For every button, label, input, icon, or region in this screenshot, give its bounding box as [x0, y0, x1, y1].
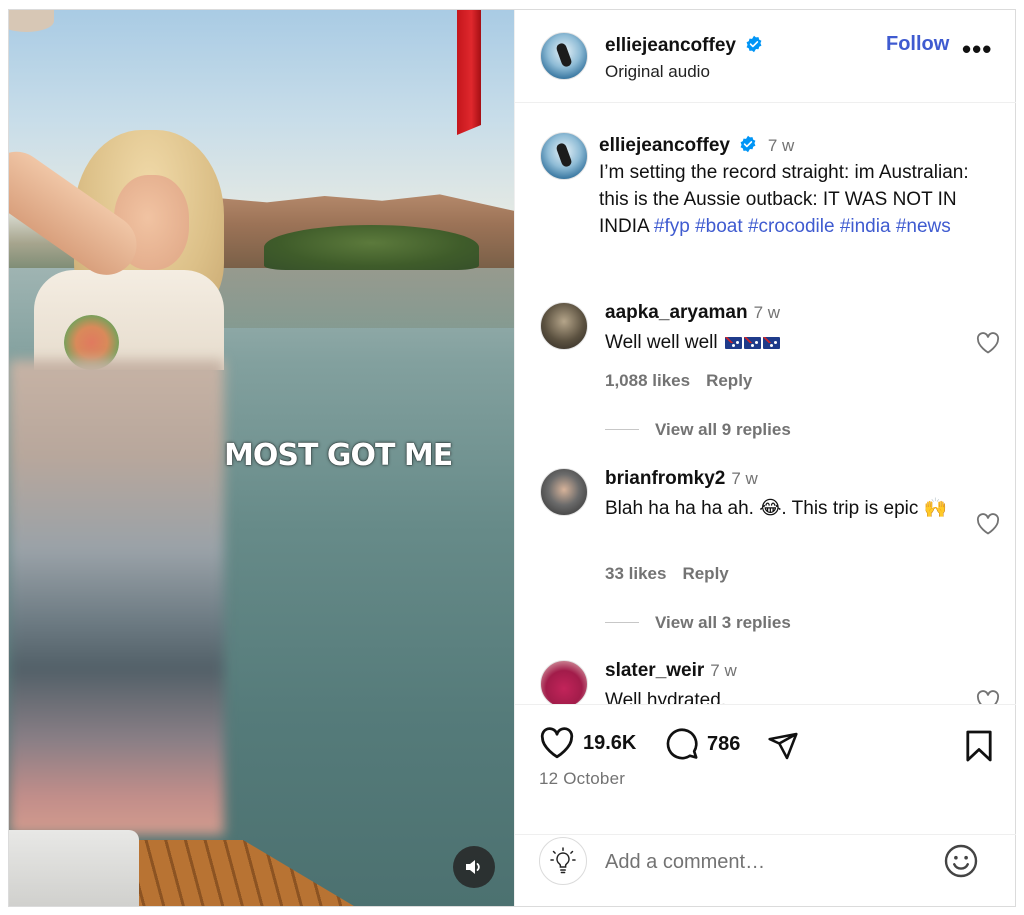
post-header: elliejeancoffey Original audio Follow ••… [515, 10, 1016, 103]
author-line: elliejeancoffey [605, 35, 763, 57]
comment-likes[interactable]: 1,088 likes [605, 371, 690, 390]
commenter-username[interactable]: brianfromky2 [605, 468, 725, 489]
audio-label[interactable]: Original audio [605, 62, 710, 82]
commenter-username[interactable]: aapka_aryaman [605, 302, 748, 323]
caption-author-avatar[interactable] [540, 132, 588, 180]
comment-item: slater_weir 7 w Well hydrated. [539, 660, 1009, 704]
comment-meta: 1,088 likes Reply [605, 371, 752, 391]
comment-text: Blah ha ha ha ah. 😂. This trip is epic 🙌 [605, 498, 948, 519]
post-modal: MOST GOT ME elliejeancoffey Original aud… [8, 9, 1016, 907]
comment-likes[interactable]: 33 likes [605, 564, 666, 583]
comment-action: 786 [665, 727, 740, 761]
video-boat [9, 830, 514, 906]
share-paper-plane-icon[interactable] [766, 730, 800, 762]
comment-text-line: Well well well [605, 329, 960, 356]
mute-button[interactable] [453, 846, 495, 888]
commenter-username[interactable]: slater_weir [605, 660, 704, 681]
view-replies-button[interactable]: View all 9 replies [605, 420, 791, 440]
comment-item: brianfromky2 7 w Blah ha ha ha ah. 😂. Thi… [539, 468, 1009, 638]
commenter-avatar[interactable] [540, 660, 588, 704]
like-action: 19.6K [539, 727, 636, 759]
reply-button[interactable]: Reply [682, 564, 728, 583]
commenter-avatar[interactable] [540, 302, 588, 350]
commenter-line: aapka_aryaman 7 w [605, 302, 780, 324]
add-comment-bar [515, 834, 1016, 906]
comment-item: aapka_aryaman 7 w Well well well 1,088 li… [539, 302, 1009, 442]
boat-rail [9, 830, 139, 906]
hashtag-link[interactable]: #news [896, 216, 951, 237]
emoji-smiley-icon[interactable] [943, 843, 979, 879]
comment-meta: 33 likes Reply [605, 564, 729, 584]
comment-time: 7 w [710, 661, 737, 680]
hashtag-link[interactable]: #fyp [654, 216, 690, 237]
hashtag-link[interactable]: #india [840, 216, 891, 237]
comment-like-heart-icon[interactable] [976, 332, 1000, 354]
caption-body: I’m setting the record straight: im Aust… [599, 159, 999, 240]
comment-time: 7 w [731, 469, 758, 488]
author-username[interactable]: elliejeancoffey [605, 35, 736, 56]
post-actions-bar: 19.6K 786 12 October [515, 704, 1016, 834]
commenter-line: brianfromky2 7 w [605, 468, 758, 490]
commenter-avatar[interactable] [540, 468, 588, 516]
reply-button[interactable]: Reply [706, 371, 752, 390]
post-details-panel: elliejeancoffey Original audio Follow ••… [514, 10, 1016, 906]
video-trees [264, 225, 479, 270]
comment-like-heart-icon[interactable] [976, 513, 1000, 535]
suggestion-button[interactable] [539, 837, 587, 885]
caption-header: elliejeancoffey 7 w [599, 135, 794, 157]
more-options-button[interactable]: ••• [962, 36, 992, 62]
commenter-line: slater_weir 7 w [605, 660, 737, 682]
verified-badge-icon [746, 35, 762, 53]
comment-like-heart-icon[interactable] [976, 690, 1000, 704]
flag-australia-icon [724, 337, 742, 349]
add-comment-input[interactable] [605, 848, 925, 876]
follow-button[interactable]: Follow [886, 33, 949, 56]
post-date[interactable]: 12 October [539, 769, 625, 789]
flag-australia-icon [743, 337, 761, 349]
comments-list[interactable]: elliejeancoffey 7 w I’m setting the reco… [515, 104, 1016, 704]
hashtag-link[interactable]: #crocodile [748, 216, 835, 237]
blurred-region [9, 360, 224, 835]
comment-bubble-icon[interactable] [665, 727, 699, 761]
verified-badge-icon [740, 135, 756, 153]
hashtag-link[interactable]: #boat [695, 216, 743, 237]
author-avatar[interactable] [540, 32, 588, 80]
flag-australia-icon [762, 337, 780, 349]
heart-icon[interactable] [539, 727, 575, 759]
video-overlay-text: MOST GOT ME [224, 438, 453, 473]
speaker-icon [466, 860, 480, 874]
video-red-flag [457, 10, 481, 135]
comments-count: 786 [707, 732, 741, 755]
likes-count[interactable]: 19.6K [583, 732, 636, 755]
comment-time: 7 w [753, 303, 781, 322]
lightbulb-icon [550, 847, 576, 874]
video-player[interactable]: MOST GOT ME [9, 10, 514, 906]
video-person [9, 120, 234, 370]
person-shirt [34, 270, 224, 370]
caption-author-username[interactable]: elliejeancoffey [599, 135, 730, 156]
caption-time: 7 w [767, 136, 795, 155]
view-replies-button[interactable]: View all 3 replies [605, 613, 791, 633]
bookmark-icon[interactable] [965, 729, 993, 763]
comment-text: Well well well [605, 332, 718, 353]
comment-text: Well hydrated. [605, 690, 727, 704]
